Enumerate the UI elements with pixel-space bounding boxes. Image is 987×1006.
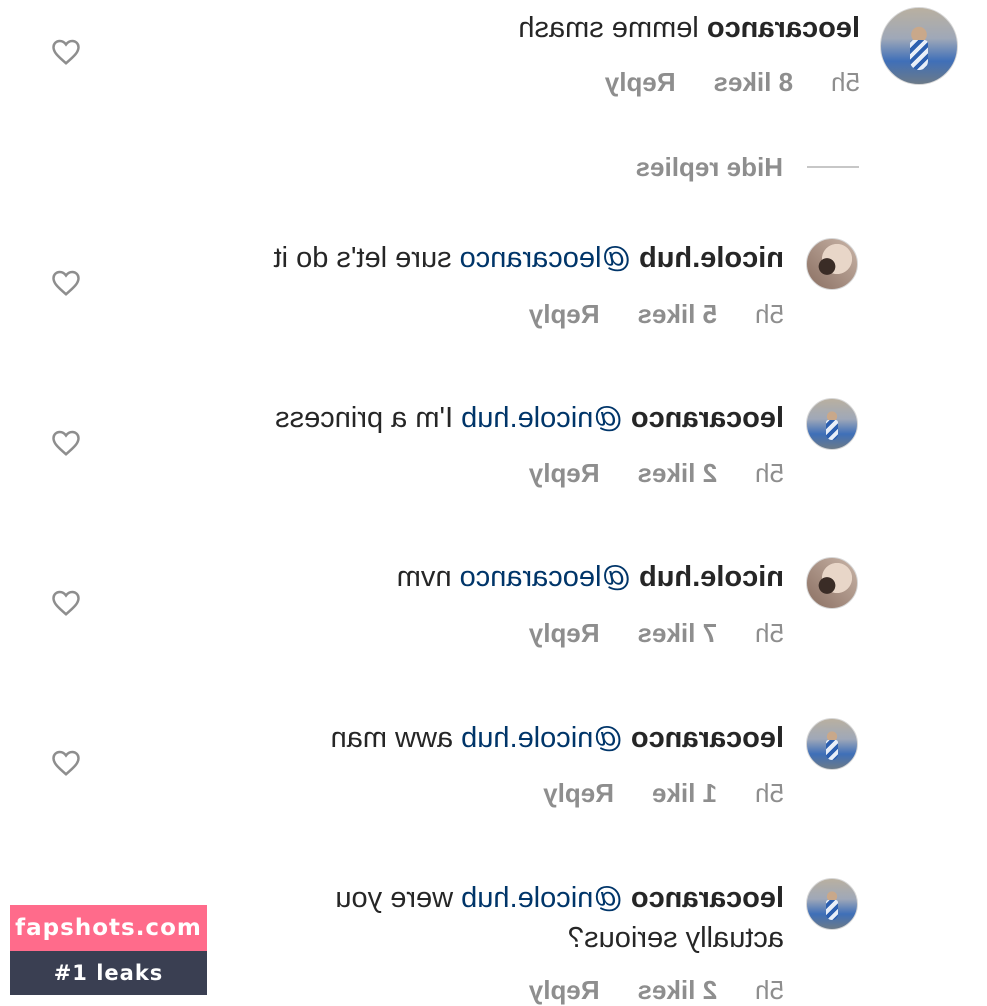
reply-button[interactable]: Reply	[529, 458, 600, 489]
comment-mention[interactable]: @leocaranco	[460, 242, 631, 274]
comment-meta: 5h 2 likes Reply	[491, 975, 784, 1006]
heart-icon[interactable]	[51, 428, 81, 458]
avatar-nicole-hub[interactable]	[806, 238, 858, 290]
likes-count[interactable]: 2 likes	[638, 975, 718, 1006]
comment-mention[interactable]: @leocaranco	[460, 561, 631, 593]
likes-count[interactable]: 2 likes	[638, 458, 718, 489]
comment-time: 5h	[755, 975, 784, 1005]
comment-time: 5h	[831, 67, 860, 97]
avatar-nicole-hub[interactable]	[806, 557, 858, 609]
comment-username[interactable]: nicole.hub	[639, 561, 784, 593]
watermark-tagline: #1 leaks	[10, 951, 207, 995]
heart-icon[interactable]	[51, 748, 81, 778]
comment-time: 5h	[755, 618, 784, 648]
comment-text: sure let's do it	[273, 242, 452, 274]
comment-text: lemme smash	[518, 12, 699, 44]
likes-count[interactable]: 7 likes	[638, 618, 718, 649]
comment-mention[interactable]: @nicole.hub	[461, 882, 623, 914]
reply-button[interactable]: Reply	[543, 778, 614, 809]
likes-count[interactable]: 5 likes	[638, 299, 718, 330]
comment-text: nvm	[396, 561, 452, 593]
comment-time: 5h	[755, 778, 784, 808]
reply-button[interactable]: Reply	[529, 618, 600, 649]
likes-count[interactable]: 1 like	[652, 778, 717, 809]
comment-text-continued: actually serious?	[568, 922, 784, 954]
comment-mention[interactable]: @nicole.hub	[461, 722, 623, 754]
comment-text: I'm a princess	[275, 402, 454, 434]
comment-meta: 5h 8 likes Reply	[567, 67, 860, 98]
comment-username[interactable]: leocaranco	[631, 722, 784, 754]
heart-icon[interactable]	[51, 268, 81, 298]
comment-meta: 5h 7 likes Reply	[491, 618, 784, 649]
reply-button[interactable]: Reply	[529, 975, 600, 1006]
avatar-leocaranco[interactable]	[880, 7, 958, 85]
hide-replies-button[interactable]: Hide replies	[636, 152, 783, 183]
comment-text: aww man	[330, 722, 454, 754]
watermark-site: fapshots.com	[10, 905, 207, 951]
comment-time: 5h	[755, 299, 784, 329]
comment-meta: 5h 5 likes Reply	[491, 299, 784, 330]
comment-mention[interactable]: @nicole.hub	[461, 402, 623, 434]
likes-count[interactable]: 8 likes	[714, 67, 794, 98]
comment-text: were you	[335, 882, 454, 914]
mirrored-comment-thread: leocaranco lemme smash 5h 8 likes Reply Hi…	[0, 0, 987, 1006]
comment-username[interactable]: leocaranco	[707, 12, 860, 44]
reply-button[interactable]: Reply	[529, 299, 600, 330]
comment-meta: 5h 2 likes Reply	[491, 458, 784, 489]
comment-meta: 5h 1 like Reply	[505, 778, 784, 809]
heart-icon[interactable]	[51, 588, 81, 618]
comment-username[interactable]: nicole.hub	[639, 242, 784, 274]
comment-time: 5h	[755, 458, 784, 488]
reply-button[interactable]: Reply	[605, 67, 676, 98]
comment-username[interactable]: leocaranco	[631, 882, 784, 914]
avatar-leocaranco[interactable]	[806, 718, 858, 770]
hide-replies-line	[807, 166, 859, 168]
comment-username[interactable]: leocaranco	[631, 402, 784, 434]
avatar-leocaranco[interactable]	[806, 878, 858, 930]
heart-icon[interactable]	[51, 37, 81, 67]
avatar-leocaranco[interactable]	[806, 398, 858, 450]
